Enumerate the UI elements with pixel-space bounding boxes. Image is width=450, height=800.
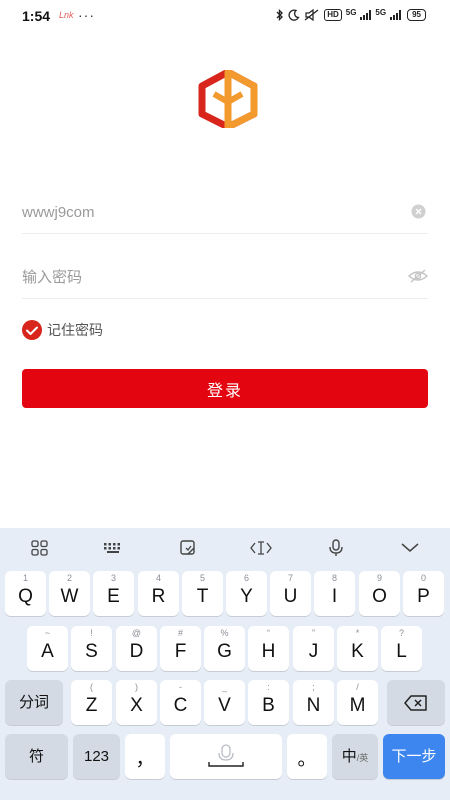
login-button[interactable]: 登录 (22, 369, 428, 408)
mute-icon (304, 9, 319, 21)
keyboard-toolbar (0, 528, 450, 568)
app-logo (198, 70, 258, 128)
period-key[interactable]: 。 (287, 734, 327, 779)
grid-icon[interactable] (29, 538, 51, 558)
key-d[interactable]: @ D (116, 626, 157, 671)
comma-key[interactable]: ， (125, 734, 165, 779)
clipboard-icon[interactable] (177, 538, 199, 558)
keyboard-icon[interactable] (102, 538, 124, 558)
clear-icon[interactable] (411, 204, 426, 219)
backspace-key[interactable] (387, 680, 445, 725)
check-icon[interactable] (22, 320, 42, 340)
collapse-keyboard-icon[interactable] (399, 538, 421, 558)
key-b[interactable]: :B (248, 680, 289, 725)
moon-icon (288, 9, 300, 21)
lang-primary: 中 (341, 748, 357, 765)
next-step-key[interactable]: 下一步 (383, 734, 445, 779)
key-h[interactable]: “H (248, 626, 289, 671)
remember-password-toggle[interactable]: 记住密码 (22, 320, 103, 340)
key-r[interactable]: 4R (138, 571, 179, 616)
key-e[interactable]: 3E (93, 571, 134, 616)
status-time: 1:54 (22, 8, 51, 24)
key-u[interactable]: 7U (270, 571, 311, 616)
key-x[interactable]: ) X (116, 680, 157, 725)
bluetooth-icon (276, 9, 284, 21)
signal-icon (360, 10, 372, 20)
key-a[interactable]: ~ A (27, 626, 68, 671)
key-t[interactable]: 5T (182, 571, 223, 616)
segment-key[interactable]: 分词 (5, 680, 63, 725)
language-switch-key[interactable]: 中/英 (332, 734, 378, 779)
space-mic-icon (208, 744, 244, 767)
password-field (22, 255, 428, 299)
key-y[interactable]: 6Y (226, 571, 267, 616)
remember-password-label: 记住密码 (47, 322, 103, 338)
key-z[interactable]: (Z (71, 680, 112, 725)
cursor-icon[interactable] (250, 538, 272, 558)
key-n[interactable]: ; N (293, 680, 334, 725)
key-m[interactable]: / M (337, 680, 378, 725)
battery-icon: 95 (407, 9, 426, 21)
space-key[interactable] (170, 734, 282, 779)
username-field (22, 190, 428, 234)
key-j[interactable]: ” J (293, 626, 334, 671)
key-i[interactable]: 8I (314, 571, 355, 616)
signal-label-1: 5G (345, 7, 357, 17)
soft-keyboard: 1Q 2W 3E 4R 5T 6Y 7U 8I 9O 0P ~ A ! S @ D #… (0, 528, 450, 800)
mic-icon[interactable] (325, 538, 347, 558)
key-q[interactable]: 1Q (5, 571, 46, 616)
key-w[interactable]: 2W (49, 571, 90, 616)
username-input[interactable] (22, 190, 392, 234)
signal-label-2: 5G (375, 7, 387, 17)
lang-secondary: /英 (356, 753, 369, 763)
key-o[interactable]: 9O (359, 571, 400, 616)
key-s[interactable]: ! S (71, 626, 112, 671)
key-g[interactable]: % G (204, 626, 245, 671)
key-k[interactable]: * K (337, 626, 378, 671)
key-l[interactable]: ? L (381, 626, 422, 671)
notification-icon: Lnk (59, 10, 74, 20)
symbol-key[interactable]: 符 (5, 734, 68, 779)
number-key[interactable]: 123 (73, 734, 120, 779)
status-bar: 1:54 Lnk ··· HD 5G 5G 95 (0, 0, 450, 34)
key-v[interactable]: _ V (204, 680, 245, 725)
eye-off-icon[interactable] (408, 268, 428, 284)
key-c[interactable]: -C (160, 680, 201, 725)
key-f[interactable]: # F (160, 626, 201, 671)
status-icons: HD 5G 5G 95 (276, 7, 426, 21)
signal-icon (390, 10, 402, 20)
password-input[interactable] (22, 255, 392, 299)
key-p[interactable]: 0P (403, 571, 444, 616)
more-notifications-indicator: ··· (78, 7, 95, 23)
backspace-icon (404, 695, 427, 711)
hd-icon: HD (324, 9, 342, 21)
